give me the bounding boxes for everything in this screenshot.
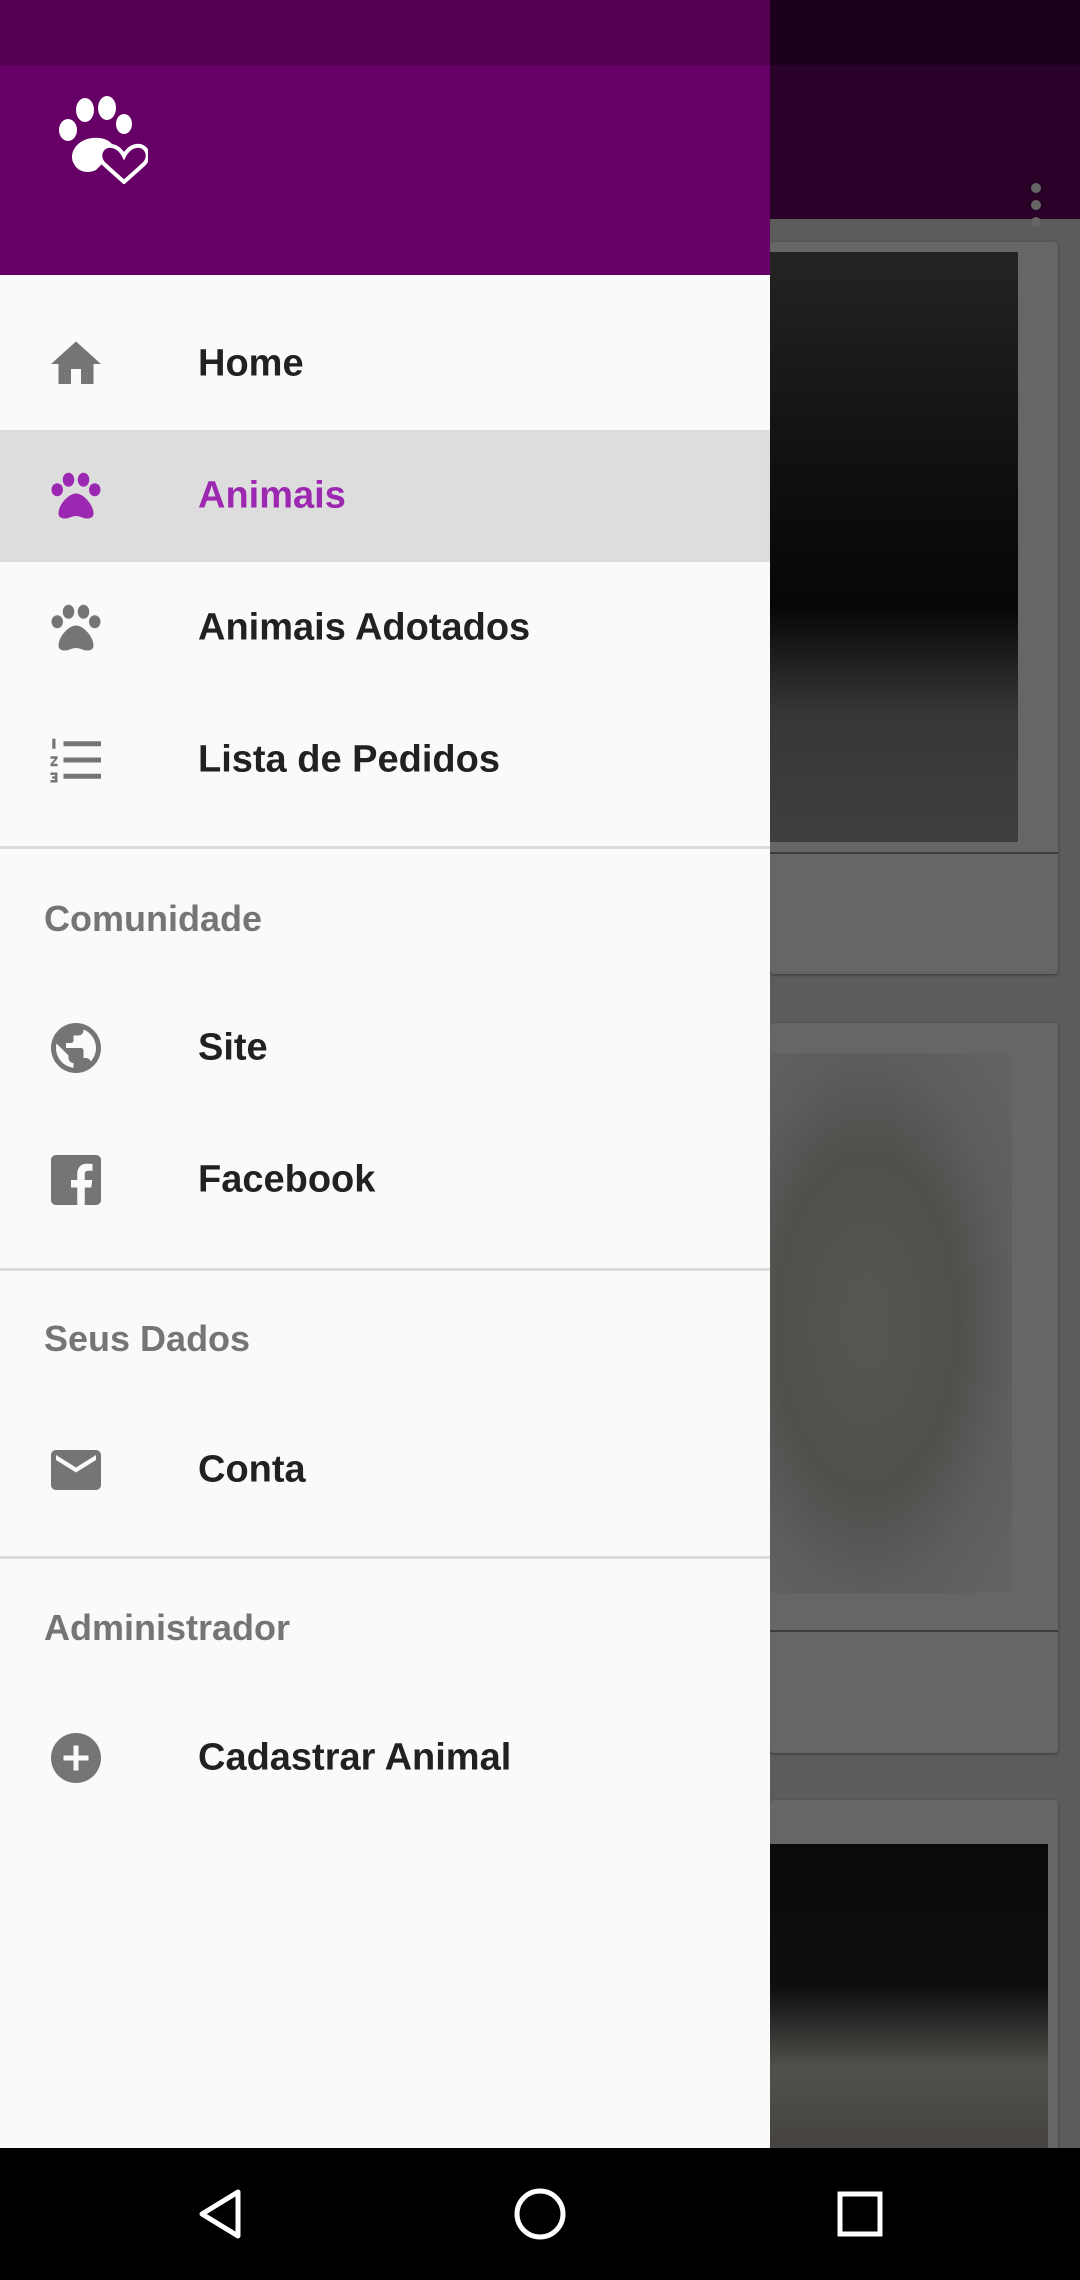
section-header-comunidade: Comunidade	[44, 898, 263, 939]
home-circle-icon[interactable]	[510, 2184, 570, 2244]
add-circle-icon	[46, 1728, 106, 1788]
system-navigation-bar	[0, 2148, 1080, 2280]
nav-item-facebook[interactable]: Facebook	[0, 1114, 770, 1246]
paw-icon	[46, 466, 106, 526]
facebook-icon	[46, 1150, 106, 1210]
navigation-drawer: Home Animais Animais Adotados Lista de P…	[0, 0, 770, 2148]
mail-icon	[46, 1440, 106, 1500]
drawer-status-bar	[0, 0, 770, 65]
nav-item-label: Facebook	[198, 1158, 376, 1201]
numbered-list-icon	[46, 730, 106, 790]
home-icon	[46, 334, 106, 394]
nav-item-label: Animais	[198, 474, 346, 517]
recents-icon[interactable]	[830, 2184, 890, 2244]
paw-heart-logo-icon	[52, 94, 150, 185]
section-header-administrador: Administrador	[44, 1607, 291, 1648]
nav-item-label: Cadastrar Animal	[198, 1736, 512, 1779]
nav-item-home[interactable]: Home	[0, 298, 770, 430]
section-divider	[0, 1556, 770, 1559]
back-icon[interactable]	[190, 2184, 250, 2244]
nav-item-cadastrar-animal[interactable]: Cadastrar Animal	[0, 1692, 770, 1824]
nav-item-label: Home	[198, 342, 304, 385]
paw-icon	[46, 598, 106, 658]
nav-item-conta[interactable]: Conta	[0, 1404, 770, 1536]
globe-icon	[46, 1018, 106, 1078]
nav-item-site[interactable]: Site	[0, 982, 770, 1114]
nav-item-label: Conta	[198, 1448, 306, 1491]
section-divider	[0, 846, 770, 849]
nav-item-lista-de-pedidos[interactable]: Lista de Pedidos	[0, 694, 770, 826]
nav-item-label: Animais Adotados	[198, 606, 531, 649]
nav-item-label: Lista de Pedidos	[198, 738, 500, 781]
nav-item-label: Site	[198, 1026, 268, 1069]
section-header-seus-dados: Seus Dados	[44, 1318, 251, 1359]
nav-item-animais-adotados[interactable]: Animais Adotados	[0, 562, 770, 694]
nav-item-animais[interactable]: Animais	[0, 430, 770, 562]
section-divider	[0, 1268, 770, 1271]
